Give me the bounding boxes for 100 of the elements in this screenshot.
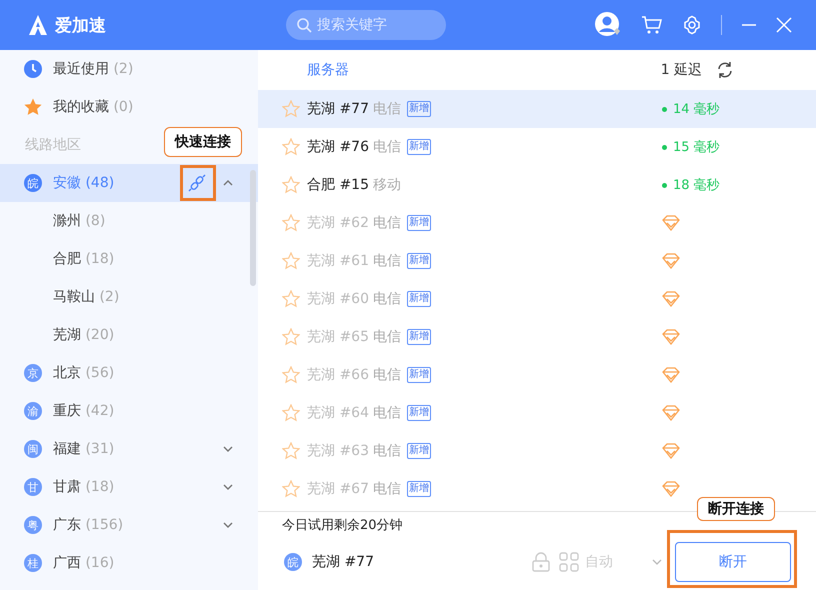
link-icon[interactable] bbox=[188, 174, 206, 192]
carrier-label: 电信 bbox=[373, 138, 401, 156]
current-server: 芜湖 #77 bbox=[312, 553, 374, 571]
cart-icon[interactable] bbox=[641, 15, 663, 35]
server-row[interactable]: 合肥 #15 移动 18 毫秒 bbox=[258, 166, 816, 204]
column-header[interactable]: 1 延迟 bbox=[660, 61, 702, 79]
region-badge-icon: 桂 bbox=[24, 554, 42, 572]
tooltip: 断开连接 bbox=[697, 497, 775, 521]
close-icon[interactable] bbox=[776, 17, 792, 33]
carrier-label: 电信 bbox=[373, 214, 401, 232]
region-item[interactable]: 渝 重庆 (42) bbox=[0, 392, 258, 430]
subregion-item[interactable]: 滁州 (8) bbox=[0, 202, 258, 240]
region-item[interactable]: 闽 福建 (31) bbox=[0, 430, 258, 468]
lock-icon[interactable] bbox=[531, 552, 551, 572]
region-item[interactable]: 桂 广西 (16) bbox=[0, 544, 258, 582]
avatar-icon[interactable] bbox=[594, 11, 622, 39]
subregion-item[interactable]: 合肥 (18) bbox=[0, 240, 258, 278]
carrier-label: 电信 bbox=[373, 290, 401, 308]
server-row[interactable]: 芜湖 #64 电信 新增 bbox=[258, 394, 816, 432]
star-icon[interactable] bbox=[282, 138, 300, 156]
server-name: 芜湖 #64 bbox=[307, 404, 370, 422]
server-row[interactable]: 芜湖 #77 电信 新增 14 毫秒 bbox=[258, 90, 816, 128]
star-icon[interactable] bbox=[282, 366, 300, 384]
star-icon[interactable] bbox=[282, 328, 300, 346]
disconnect-button[interactable]: 断开 bbox=[675, 542, 791, 582]
refresh-icon[interactable] bbox=[716, 61, 734, 79]
server-row[interactable]: 芜湖 #62 电信 新增 bbox=[258, 204, 816, 242]
server-name: 芜湖 #77 bbox=[307, 100, 370, 118]
app-title: 爱加速 bbox=[55, 14, 106, 36]
star-icon[interactable] bbox=[282, 252, 300, 270]
server-name: 芜湖 #63 bbox=[307, 442, 370, 460]
star-icon[interactable] bbox=[282, 214, 300, 232]
carrier-label: 电信 bbox=[373, 252, 401, 270]
new-tag: 新增 bbox=[407, 215, 431, 231]
carrier-label: 电信 bbox=[373, 328, 401, 346]
column-header: 服务器 bbox=[307, 61, 350, 79]
latency-value: 15 毫秒 bbox=[673, 139, 720, 156]
diamond-icon bbox=[662, 443, 680, 459]
region-item[interactable]: 甘 甘肃 (18) bbox=[0, 468, 258, 506]
new-tag: 新增 bbox=[407, 481, 431, 497]
server-name: 芜湖 #67 bbox=[307, 480, 370, 498]
new-tag: 新增 bbox=[407, 367, 431, 383]
server-row[interactable]: 芜湖 #61 电信 新增 bbox=[258, 242, 816, 280]
subregion-item[interactable]: 芜湖 (20) bbox=[0, 316, 258, 354]
server-row[interactable]: 芜湖 #63 电信 新增 bbox=[258, 432, 816, 470]
carrier-label: 电信 bbox=[373, 404, 401, 422]
new-tag: 新增 bbox=[407, 329, 431, 345]
region-badge-icon: 粤 bbox=[24, 516, 42, 534]
star-icon[interactable] bbox=[282, 100, 300, 118]
server-row[interactable]: 芜湖 #76 电信 新增 15 毫秒 bbox=[258, 128, 816, 166]
grid-icon bbox=[559, 552, 579, 572]
sidebar-item[interactable]: 我的收藏 (0) bbox=[0, 88, 258, 126]
new-tag: 新增 bbox=[407, 101, 431, 117]
tooltip: 快速连接 bbox=[164, 127, 242, 157]
new-tag: 新增 bbox=[407, 253, 431, 269]
server-row[interactable]: 芜湖 #65 电信 新增 bbox=[258, 318, 816, 356]
region-badge-icon: 甘 bbox=[24, 478, 42, 496]
sidebar-item[interactable]: 最近使用 (2) bbox=[0, 50, 258, 88]
carrier-label: 电信 bbox=[373, 100, 401, 118]
new-tag: 新增 bbox=[407, 405, 431, 421]
server-name: 芜湖 #61 bbox=[307, 252, 370, 270]
status-dot bbox=[662, 144, 667, 150]
logo-icon bbox=[27, 14, 49, 36]
diamond-icon bbox=[662, 253, 680, 269]
server-name: 芜湖 #60 bbox=[307, 290, 370, 308]
diamond-icon bbox=[662, 367, 680, 383]
region-badge-icon: 渝 bbox=[24, 402, 42, 420]
clock-icon bbox=[24, 60, 42, 78]
status-dot bbox=[662, 182, 667, 188]
region-badge-icon: 皖 bbox=[284, 553, 302, 571]
region-badge-icon: 闽 bbox=[24, 440, 42, 458]
region-badge-icon: 皖 bbox=[24, 174, 42, 192]
star-icon[interactable] bbox=[282, 442, 300, 460]
region-badge-icon: 京 bbox=[24, 364, 42, 382]
diamond-icon bbox=[662, 481, 680, 497]
carrier-label: 电信 bbox=[373, 480, 401, 498]
diamond-icon bbox=[662, 405, 680, 421]
server-name: 芜湖 #76 bbox=[307, 138, 370, 156]
star-icon[interactable] bbox=[282, 176, 300, 194]
star-icon[interactable] bbox=[282, 404, 300, 422]
region-item[interactable]: 京 北京 (56) bbox=[0, 354, 258, 392]
star-icon[interactable] bbox=[282, 480, 300, 498]
server-name: 芜湖 #66 bbox=[307, 366, 370, 384]
server-name: 芜湖 #62 bbox=[307, 214, 370, 232]
server-name: 芜湖 #65 bbox=[307, 328, 370, 346]
settings-icon[interactable] bbox=[682, 15, 702, 35]
new-tag: 新增 bbox=[407, 443, 431, 459]
server-name: 合肥 #15 bbox=[307, 176, 370, 194]
scrollbar[interactable] bbox=[250, 170, 256, 286]
search-icon bbox=[296, 17, 312, 33]
server-row[interactable]: 芜湖 #66 电信 新增 bbox=[258, 356, 816, 394]
region-item[interactable]: 粤 广东 (156) bbox=[0, 506, 258, 544]
latency-value: 14 毫秒 bbox=[673, 101, 720, 118]
subregion-item[interactable]: 马鞍山 (2) bbox=[0, 278, 258, 316]
star-icon[interactable] bbox=[282, 290, 300, 308]
carrier-label: 移动 bbox=[373, 176, 401, 194]
status-dot bbox=[662, 106, 667, 112]
diamond-icon bbox=[662, 329, 680, 345]
server-row[interactable]: 芜湖 #60 电信 新增 bbox=[258, 280, 816, 318]
new-tag: 新增 bbox=[407, 291, 431, 307]
